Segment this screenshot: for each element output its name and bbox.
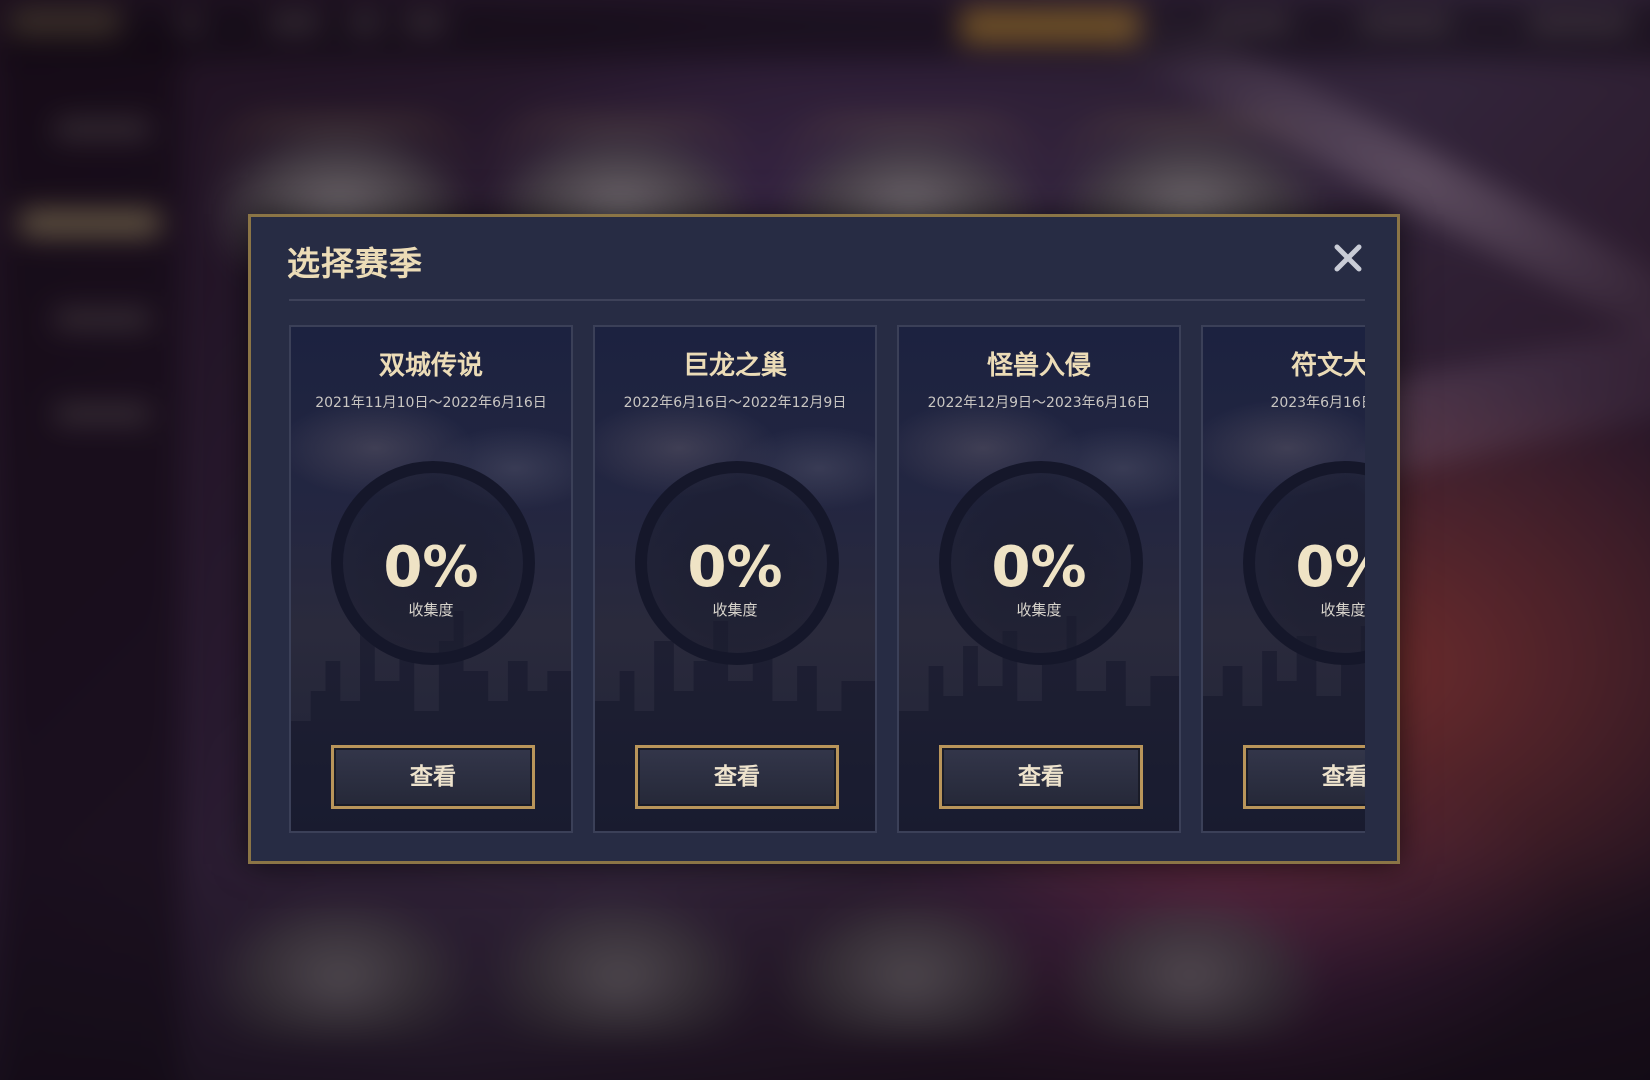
view-button[interactable]: 查看: [939, 745, 1143, 809]
collection-percent: 0%: [383, 535, 479, 600]
collection-percent: 0%: [1295, 535, 1365, 600]
collection-label: 收集度: [408, 601, 454, 619]
season-card[interactable]: 符文大陆 2023年6月16日～202 0% 收集度 查看: [1201, 325, 1365, 833]
close-button[interactable]: [1331, 241, 1365, 275]
season-dates: 2022年12月9日～2023年6月16日: [927, 395, 1151, 411]
collection-percent: 0%: [687, 535, 783, 600]
season-dates: 2022年6月16日～2022年12月9日: [623, 395, 847, 411]
season-card[interactable]: 双城传说 2021年11月10日～2022年6月16日 0% 收集度 查看: [289, 325, 573, 833]
collection-label: 收集度: [1016, 601, 1062, 619]
close-icon: [1334, 244, 1362, 272]
season-dates: 2021年11月10日～2022年6月16日: [315, 395, 547, 411]
collection-label: 收集度: [712, 601, 758, 619]
title-divider: [289, 299, 1365, 301]
season-cards-carousel[interactable]: 双城传说 2021年11月10日～2022年6月16日 0% 收集度 查看 巨龙…: [289, 325, 1365, 833]
modal-title: 选择赛季: [287, 244, 423, 283]
season-title: 巨龙之巢: [682, 351, 787, 381]
collection-percent: 0%: [991, 535, 1087, 600]
season-title: 符文大陆: [1290, 351, 1365, 381]
collection-label: 收集度: [1320, 601, 1365, 619]
season-title: 怪兽入侵: [986, 351, 1091, 381]
view-button[interactable]: 查看: [635, 745, 839, 809]
season-title: 双城传说: [378, 351, 483, 381]
view-button[interactable]: 查看: [331, 745, 535, 809]
season-dates: 2023年6月16日～202: [1270, 395, 1365, 411]
season-card[interactable]: 怪兽入侵 2022年12月9日～2023年6月16日 0% 收集度 查看: [897, 325, 1181, 833]
season-card[interactable]: 巨龙之巢 2022年6月16日～2022年12月9日 0% 收集度 查看: [593, 325, 877, 833]
view-button[interactable]: 查看: [1243, 745, 1365, 809]
season-select-modal: 选择赛季 双城传说 2021年11月10日～2022年6月16日 0% 收集度 …: [248, 214, 1400, 864]
